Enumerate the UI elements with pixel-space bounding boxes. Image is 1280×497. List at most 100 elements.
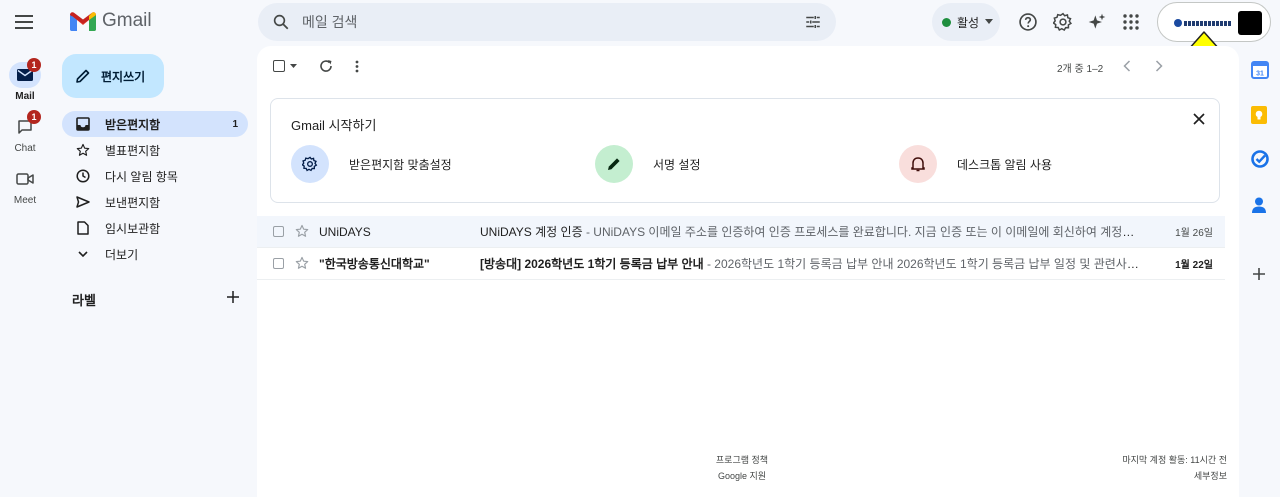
add-label-button[interactable]	[226, 290, 240, 304]
pagination-label: 2개 중 1–2	[1057, 64, 1104, 75]
help-icon	[1019, 13, 1037, 31]
side-panel: 31	[1239, 44, 1280, 497]
task-desktop-notifications[interactable]: 데스크톱 알림 사용	[899, 145, 1052, 183]
help-button[interactable]	[1017, 11, 1039, 33]
google-support-link[interactable]: Google 지원	[687, 468, 797, 484]
account-activity: 마지막 계정 활동: 11시간 전 세부정보	[1122, 452, 1227, 484]
newer-button[interactable]	[1123, 58, 1131, 74]
email-subject: UNiDAYS 계정 인증	[480, 225, 583, 239]
chevron-right-icon	[1155, 60, 1163, 72]
gear-icon	[291, 145, 329, 183]
status-selector[interactable]: 활성	[932, 3, 1000, 41]
tasks-icon[interactable]	[1251, 150, 1269, 168]
nav-item-snoozed[interactable]: 다시 알림 항목	[62, 163, 248, 189]
rail-chat[interactable]: 1 Chat	[0, 110, 50, 154]
nav-item-label: 임시보관함	[105, 221, 161, 236]
bell-icon	[899, 145, 937, 183]
nav-item-more[interactable]: 더보기	[62, 241, 248, 267]
nav-item-inbox[interactable]: 받은편지함 1	[62, 111, 248, 137]
more-options-button[interactable]	[355, 58, 359, 74]
row-checkbox[interactable]	[273, 226, 284, 237]
gmail-m-icon	[70, 12, 96, 31]
chat-badge: 1	[27, 110, 41, 124]
rail-meet[interactable]: Meet	[0, 166, 50, 206]
email-date: 1월 26일	[1175, 228, 1213, 239]
task-label: 서명 설정	[653, 157, 701, 172]
program-policy-link[interactable]: 프로그램 정책	[687, 452, 797, 468]
plus-icon	[1253, 268, 1265, 280]
refresh-button[interactable]	[319, 58, 333, 74]
nav-item-sent[interactable]: 보낸편지함	[62, 189, 248, 215]
nav-item-starred[interactable]: 별표편지함	[62, 137, 248, 163]
table-row[interactable]: UNiDAYS UNiDAYS 계정 인증 - UNiDAYS 이메일 주소를 …	[257, 216, 1225, 248]
caret-down-icon	[290, 63, 297, 68]
app-name: Gmail	[102, 10, 152, 31]
chevron-left-icon	[1123, 60, 1131, 72]
search-icon[interactable]	[272, 13, 290, 31]
nav-item-label: 더보기	[105, 247, 139, 262]
calendar-icon[interactable]: 31	[1251, 61, 1269, 79]
email-sender: "한국방송통신대학교"	[319, 257, 430, 271]
last-activity-text: 마지막 계정 활동: 11시간 전	[1122, 455, 1227, 465]
rail-meet-icon-wrap	[9, 166, 41, 192]
add-addon-button[interactable]	[1251, 266, 1269, 284]
main-panel: 2개 중 1–2 Gmail 시작하기 받은편지함 맞춤설정 서명 설정 데스크…	[257, 46, 1239, 497]
rail-mail-icon-wrap: 1	[9, 58, 41, 88]
nav-item-label: 별표편지함	[105, 143, 161, 158]
nav-item-drafts[interactable]: 임시보관함	[62, 215, 248, 241]
hamburger-menu-icon	[15, 15, 33, 29]
select-all-checkbox[interactable]	[273, 58, 297, 74]
mail-toolbar: 2개 중 1–2	[257, 46, 1239, 86]
checkbox-icon	[273, 60, 285, 72]
plus-icon	[227, 291, 239, 303]
chevron-down-icon	[985, 19, 994, 24]
mail-list: UNiDAYS UNiDAYS 계정 인증 - UNiDAYS 이메일 주소를 …	[257, 216, 1225, 280]
email-subject: [방송대] 2026학년도 1학기 등록금 납부 안내	[480, 257, 704, 271]
send-icon	[75, 194, 91, 210]
search-bar	[258, 3, 836, 41]
keep-icon[interactable]	[1251, 106, 1269, 124]
star-toggle-icon[interactable]	[295, 256, 309, 270]
rail-mail[interactable]: 1 Mail	[0, 58, 50, 102]
star-toggle-icon[interactable]	[295, 224, 309, 238]
task-set-signature[interactable]: 서명 설정	[595, 145, 701, 183]
more-vert-icon	[355, 60, 359, 72]
compose-button[interactable]: 편지쓰기	[62, 54, 164, 98]
task-customize-inbox[interactable]: 받은편지함 맞춤설정	[291, 145, 452, 183]
apps-button[interactable]	[1120, 11, 1142, 33]
inbox-icon	[75, 116, 91, 132]
row-checkbox[interactable]	[273, 258, 284, 269]
search-options-icon[interactable]	[804, 13, 822, 31]
labels-header: 라벨	[72, 293, 96, 308]
video-camera-icon	[16, 173, 34, 185]
avatar[interactable]	[1238, 11, 1262, 35]
older-button[interactable]	[1155, 58, 1163, 74]
sparkle-icon	[1088, 13, 1106, 29]
nav-item-label: 받은편지함	[105, 117, 161, 132]
contacts-icon[interactable]	[1251, 196, 1269, 214]
task-label: 받은편지함 맞춤설정	[349, 157, 452, 172]
status-label: 활성	[957, 15, 980, 30]
pencil-icon	[76, 69, 90, 83]
rail-chat-label: Chat	[14, 143, 36, 154]
gmail-logo[interactable]: Gmail	[70, 10, 152, 32]
nav-item-label: 다시 알림 항목	[105, 169, 178, 184]
table-row[interactable]: "한국방송통신대학교" [방송대] 2026학년도 1학기 등록금 납부 안내 …	[257, 248, 1225, 280]
rail-meet-label: Meet	[13, 195, 37, 206]
main-menu-button[interactable]	[12, 10, 36, 34]
clock-icon	[75, 168, 91, 184]
nav-item-label: 보낸편지함	[105, 195, 161, 210]
star-icon	[75, 142, 91, 158]
settings-button[interactable]	[1052, 11, 1074, 33]
details-link[interactable]: 세부정보	[1122, 468, 1227, 484]
organization-logo	[1174, 18, 1232, 28]
search-input[interactable]	[302, 12, 742, 32]
task-label: 데스크톱 알림 사용	[957, 157, 1052, 172]
close-button[interactable]	[1193, 113, 1205, 125]
email-snippet: - 2026학년도 1학기 등록금 납부 안내 2026학년도 1학기 등록금 …	[703, 257, 1140, 271]
organization-name-image	[1184, 20, 1232, 26]
folder-nav: 받은편지함 1 별표편지함 다시 알림 항목 보낸편지함 임시보관함 더보기	[62, 111, 248, 267]
draft-icon	[75, 220, 91, 236]
chevron-down-icon	[75, 246, 91, 262]
gemini-button[interactable]	[1086, 11, 1108, 33]
